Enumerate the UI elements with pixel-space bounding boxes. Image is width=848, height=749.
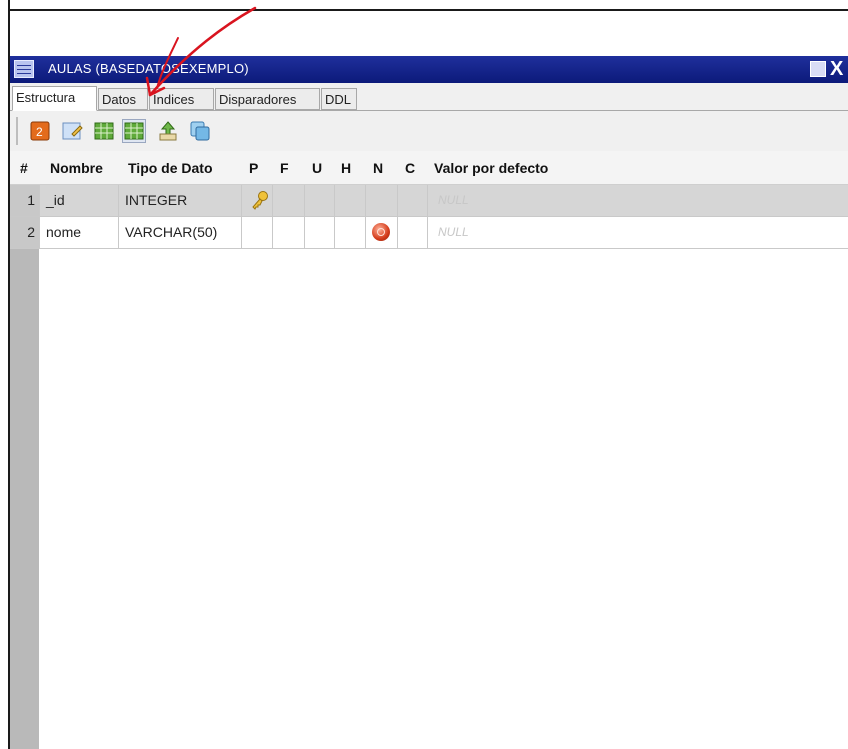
foreign-key-cell[interactable]: [272, 217, 304, 248]
col-header-nombre[interactable]: Nombre: [50, 160, 103, 176]
unique-cell[interactable]: [304, 185, 334, 216]
grid-add-icon[interactable]: [92, 119, 116, 143]
check-cell[interactable]: [334, 185, 365, 216]
window-controls: X: [808, 58, 848, 81]
field-type-cell[interactable]: VARCHAR(50): [118, 217, 241, 248]
row-number: 1: [10, 185, 39, 216]
col-header-num[interactable]: #: [20, 160, 28, 176]
default-value-cell[interactable]: NULL: [427, 185, 848, 216]
col-header-h[interactable]: H: [341, 160, 351, 176]
tab-disparadores[interactable]: Disparadores: [215, 88, 320, 110]
toolbar: 2: [10, 111, 848, 151]
table-icon: [14, 60, 34, 78]
row-number: 2: [10, 217, 39, 248]
tab-datos[interactable]: Datos: [98, 88, 148, 110]
col-header-n[interactable]: N: [373, 160, 383, 176]
not-null-cell[interactable]: [365, 185, 397, 216]
tab-bar: Estructura Datos Índices Disparadores DD…: [10, 83, 848, 111]
grid-edit-icon[interactable]: [122, 119, 146, 143]
table-row[interactable]: 1 _id INTEGER NULL: [10, 185, 848, 217]
grid-header: # Nombre Tipo de Dato P F U H N C Valor …: [10, 151, 848, 185]
not-null-cell[interactable]: [365, 217, 397, 248]
field-name-cell[interactable]: _id: [39, 185, 118, 216]
window-title: AULAS (BASEDATOSEXEMPLO): [48, 61, 249, 76]
add-field-icon[interactable]: 2: [28, 119, 52, 143]
primary-key-cell[interactable]: [241, 185, 272, 216]
check-cell[interactable]: [334, 217, 365, 248]
collate-cell[interactable]: [397, 217, 427, 248]
move-field-icon[interactable]: [156, 119, 180, 143]
primary-key-cell[interactable]: [241, 217, 272, 248]
col-header-p[interactable]: P: [249, 160, 258, 176]
copy-icon[interactable]: [188, 119, 212, 143]
close-button[interactable]: X: [830, 58, 843, 81]
col-header-tipo[interactable]: Tipo de Dato: [128, 160, 213, 176]
field-type-cell[interactable]: INTEGER: [118, 185, 241, 216]
tab-estructura[interactable]: Estructura: [12, 86, 97, 111]
col-header-c[interactable]: C: [405, 160, 415, 176]
window-titlebar: AULAS (BASEDATOSEXEMPLO) X: [10, 56, 848, 83]
col-header-u[interactable]: U: [312, 160, 322, 176]
table-row[interactable]: 2 nome VARCHAR(50) NULL: [10, 217, 848, 249]
svg-text:2: 2: [36, 125, 43, 139]
col-header-f[interactable]: F: [280, 160, 289, 176]
fields-grid: # Nombre Tipo de Dato P F U H N C Valor …: [10, 151, 848, 749]
tab-indices[interactable]: Índices: [149, 88, 214, 110]
toolbar-separator: [16, 117, 18, 145]
row-gutter: [10, 185, 39, 749]
collate-cell[interactable]: [397, 185, 427, 216]
edit-field-icon[interactable]: [60, 119, 84, 143]
restore-button[interactable]: [810, 61, 826, 77]
not-null-icon: [372, 223, 390, 241]
tab-ddl[interactable]: DDL: [321, 88, 357, 110]
unique-cell[interactable]: [304, 217, 334, 248]
default-value-cell[interactable]: NULL: [427, 217, 848, 248]
field-name-cell[interactable]: nome: [39, 217, 118, 248]
col-header-default[interactable]: Valor por defecto: [434, 160, 548, 176]
foreign-key-cell[interactable]: [272, 185, 304, 216]
key-icon: [250, 190, 270, 210]
